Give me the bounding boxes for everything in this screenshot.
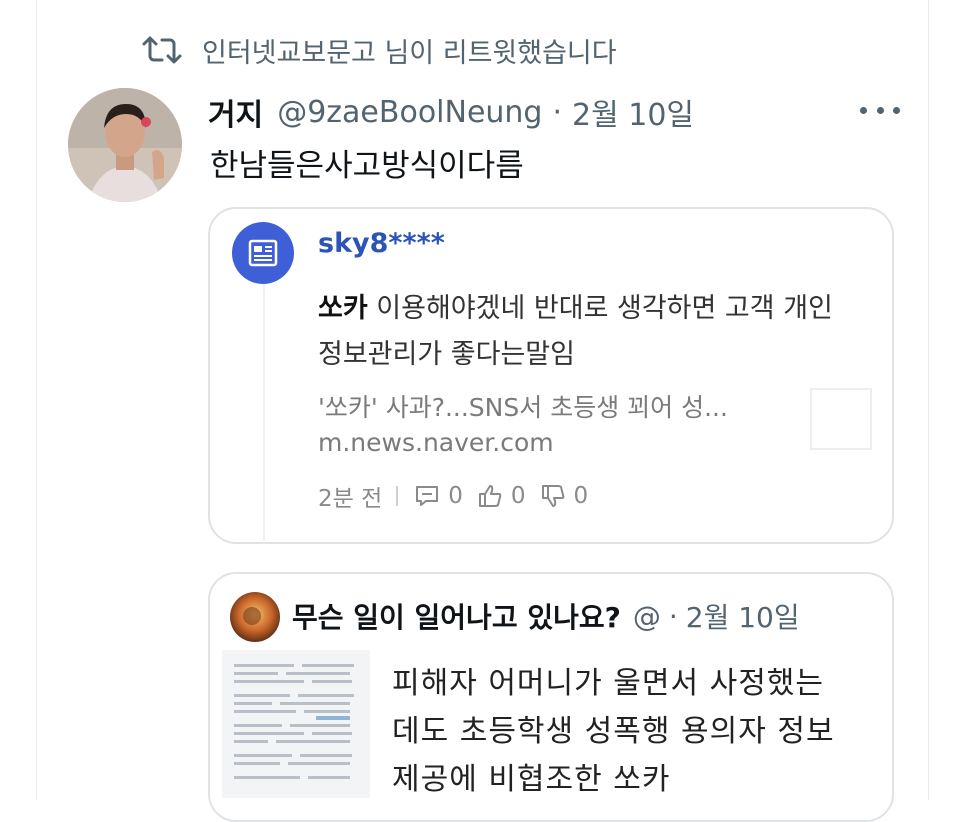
timeline-border-left	[36, 0, 37, 800]
tweet-date[interactable]: 2월 10일	[572, 90, 694, 134]
retweet-header[interactable]: 인터넷교보문고 님이 리트윗했습니다	[140, 30, 617, 70]
comment-icon	[414, 484, 440, 508]
reply-count-button[interactable]: 0	[414, 483, 463, 509]
meta-divider	[396, 486, 399, 506]
like-count: 0	[510, 483, 526, 509]
like-button[interactable]: 0	[477, 483, 526, 509]
news-link-title[interactable]: '쏘카' 사과?...SNS서 초등생 꾀어 성...	[318, 388, 728, 424]
retweet-text: 인터넷교보문고 님이 리트윗했습니다	[202, 37, 617, 69]
separator-dot: ·	[552, 94, 563, 130]
quoted-media-thumbnail[interactable]	[222, 650, 370, 798]
comment-meta: 2분 전 0 0 0	[318, 478, 602, 514]
avatar[interactable]	[68, 88, 182, 202]
comment-line-2: 정보관리가 좋다는말임	[318, 339, 575, 370]
quoted-author-handle[interactable]: @	[633, 600, 661, 633]
timeline-border-right	[928, 0, 929, 800]
comment-line-1: 쏘카 이용해야겠네 반대로 생각하면 고객 개인	[318, 286, 833, 325]
tweet-text: 한남들은사고방식이다름	[210, 148, 524, 184]
quoted-tweet-header: 무슨 일이 일어나고 있나요? @ · 2월 10일	[292, 596, 800, 636]
card-thread-line	[263, 275, 265, 541]
news-thumbnail[interactable]	[810, 388, 872, 450]
author-handle[interactable]: @9zaeBoolNeung	[277, 95, 542, 130]
naver-news-icon	[232, 222, 294, 284]
commenter-username: sky8****	[318, 228, 445, 259]
comment-line-1-text: 이용해야겠네 반대로 생각하면 고객 개인	[367, 293, 833, 324]
quoted-tweet-line-2: 데도 초등학생 성폭행 용의자 정보	[392, 714, 835, 749]
more-icon[interactable]	[860, 100, 900, 120]
quoted-avatar[interactable]	[230, 592, 280, 642]
quoted-author-name[interactable]: 무슨 일이 일어나고 있나요?	[292, 596, 621, 636]
comment-time: 2분 전	[318, 486, 383, 512]
dislike-icon	[540, 483, 566, 509]
separator-dot: ·	[668, 599, 678, 633]
quoted-tweet-date[interactable]: 2월 10일	[686, 596, 800, 636]
avatar-photo	[68, 88, 182, 202]
comment-keyword: 쏘카	[318, 293, 368, 324]
dislike-count: 0	[573, 483, 589, 509]
retweet-icon	[142, 36, 182, 64]
dislike-button[interactable]: 0	[540, 483, 589, 509]
quoted-tweet-line-3: 제공에 비협조한 쏘카	[392, 762, 671, 797]
reply-count: 0	[448, 483, 463, 509]
like-icon	[477, 483, 503, 509]
quoted-tweet-line-1: 피해자 어머니가 울면서 사정했는	[392, 666, 825, 701]
tweet-header: 거지 @9zaeBoolNeung · 2월 10일	[208, 90, 694, 134]
author-name[interactable]: 거지	[208, 90, 263, 134]
news-link-domain[interactable]: m.news.naver.com	[318, 428, 554, 457]
